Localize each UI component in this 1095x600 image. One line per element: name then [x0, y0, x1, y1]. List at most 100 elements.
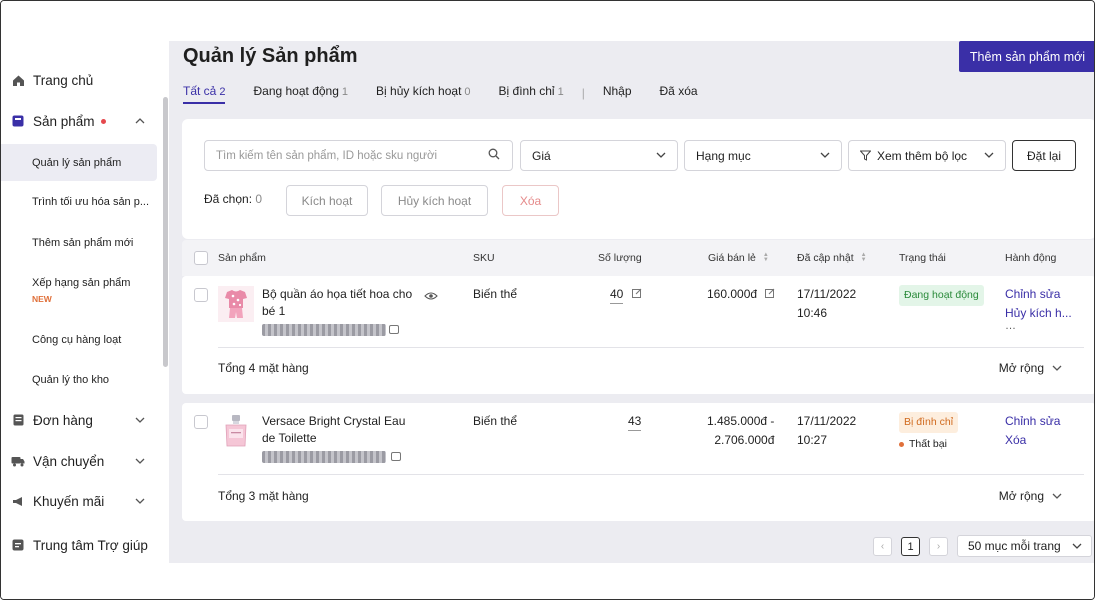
home-icon — [11, 73, 25, 87]
sku-value: Biến thể — [473, 414, 518, 428]
search-icon — [488, 148, 500, 163]
edit-link[interactable]: Chỉnh sửa — [1005, 413, 1060, 430]
bottom-blank-area — [1, 563, 1094, 599]
sidebar-item-promotions[interactable]: Khuyến mãi — [1, 492, 157, 510]
sidebar-scrollbar[interactable] — [163, 97, 168, 367]
sidebar-item-home[interactable]: Trang chủ — [1, 71, 157, 89]
sidebar-sub-inventory[interactable]: Quản lý tho kho — [1, 371, 157, 389]
activate-button[interactable]: Kích hoạt — [286, 185, 368, 216]
tab-divider: | — [581, 86, 585, 100]
sidebar-item-shipping[interactable]: Vận chuyển — [1, 452, 157, 470]
edit-icon[interactable] — [631, 286, 642, 303]
sidebar-item-label: Vận chuyển — [33, 453, 105, 469]
tab-count: 1 — [557, 86, 564, 98]
updated-time: 10:46 — [797, 306, 828, 320]
header-updated[interactable]: Đã cập nhật ▲ ▼ — [797, 252, 867, 264]
search-placeholder: Tìm kiếm tên sản phẩm, ID hoặc sku người — [216, 149, 438, 162]
per-page-value: 50 mục mỗi trang — [968, 539, 1061, 553]
help-icon — [11, 538, 25, 552]
updated-value: 17/11/2022 10:27 — [797, 413, 856, 449]
copy-icon[interactable] — [391, 452, 401, 461]
notification-dot — [100, 118, 106, 124]
selected-label: Đã chọn: — [204, 192, 253, 206]
next-page-button[interactable]: › — [929, 537, 948, 556]
sidebar-sub-bulk-tools[interactable]: Công cụ hàng loạt — [1, 331, 157, 349]
tab-label: Đang hoạt động — [253, 84, 339, 98]
tab-label: Nhập — [602, 84, 632, 98]
tab-suspended[interactable]: Bị đình chỉ 1 — [499, 84, 564, 102]
sidebar-sub-product-management[interactable]: Quản lý sản phẩm — [1, 144, 157, 181]
chevron-down-icon — [656, 150, 666, 161]
price-select[interactable]: Giá — [520, 140, 678, 171]
eye-icon[interactable] — [424, 288, 438, 306]
updated-time: 10:27 — [797, 433, 828, 447]
category-select[interactable]: Hạng mục — [684, 140, 842, 171]
reset-button[interactable]: Đặt lại — [1012, 140, 1076, 171]
delete-button[interactable]: Xóa — [502, 185, 559, 216]
sidebar-sub-label: Thêm sản phẩm mới — [32, 237, 134, 249]
row-divider — [218, 347, 1084, 348]
chevron-down-icon — [984, 150, 994, 161]
sku-value: Biến thể — [473, 287, 518, 301]
current-page[interactable]: 1 — [901, 537, 920, 556]
chevron-down-icon — [135, 456, 145, 467]
sort-icon: ▲ ▼ — [860, 252, 867, 263]
edit-icon[interactable] — [765, 286, 775, 303]
header-quantity: Số lượng — [598, 252, 642, 264]
chevron-down-icon — [1072, 541, 1082, 552]
tab-deleted[interactable]: Đã xóa — [660, 84, 698, 102]
sidebar-sub-product-ranking[interactable]: Xếp hạng sản phẩm — [1, 274, 157, 292]
sidebar-item-products[interactable]: Sản phẩm — [1, 112, 157, 130]
price-max: 2.706.000đ — [714, 433, 775, 447]
tab-label: Bị hủy kích hoạt — [376, 84, 462, 98]
sidebar-item-orders[interactable]: Đơn hàng — [1, 411, 157, 429]
header-status: Trạng thái — [899, 252, 946, 264]
tab-drafts[interactable]: Nhập — [603, 84, 632, 102]
price-select-value: Giá — [532, 148, 551, 163]
product-name[interactable]: Versace Bright Crystal Eau de Toilette — [262, 413, 422, 447]
sidebar-sub-product-optimizer[interactable]: Trình tối ưu hóa sản p... — [1, 193, 157, 211]
expand-button[interactable]: Mở rộng — [999, 361, 1062, 375]
row-checkbox[interactable] — [194, 415, 208, 429]
sidebar-sub-label: Quản lý sản phẩm — [32, 156, 122, 169]
header-price[interactable]: Giá bán lẻ ▲ ▼ — [708, 252, 769, 264]
search-input[interactable]: Tìm kiếm tên sản phẩm, ID hoặc sku người — [204, 140, 513, 171]
quantity-value[interactable]: 40 — [610, 286, 642, 304]
edit-link[interactable]: Chỉnh sửa — [1005, 286, 1072, 303]
quantity-number: 43 — [628, 414, 642, 431]
price-range: 1.485.000đ - 2.706.000đ — [707, 413, 774, 449]
per-page-select[interactable]: 50 mục mỗi trang — [957, 535, 1092, 557]
sub-status-text: Thất bại — [909, 438, 947, 450]
more-actions-icon[interactable]: … — [1005, 321, 1072, 332]
sidebar-sub-label: Xếp hạng sản phẩm — [32, 277, 131, 289]
sidebar-sub-add-product[interactable]: Thêm sản phẩm mới — [1, 234, 157, 252]
status-badge: Đang hoạt động — [899, 285, 984, 306]
chevron-down-icon — [1052, 363, 1062, 374]
tab-all[interactable]: Tất cả 2 — [183, 84, 226, 104]
selected-number: 0 — [255, 192, 263, 206]
price-min: 1.485.000đ - — [707, 414, 775, 428]
updated-date: 17/11/2022 — [797, 414, 857, 428]
status-tabs: Tất cả 2 Đang hoạt động 1 Bị hủy kích hoạt… — [183, 84, 726, 104]
copy-icon[interactable] — [389, 325, 399, 334]
tab-active[interactable]: Đang hoạt động 1 — [253, 84, 348, 102]
deactivate-button[interactable]: Hủy kích hoạt — [381, 185, 488, 216]
chevron-up-icon — [135, 116, 145, 127]
delete-link[interactable]: Xóa — [1005, 432, 1060, 449]
add-product-button[interactable]: Thêm sản phẩm mới — [959, 41, 1094, 72]
quantity-value[interactable]: 43 — [628, 413, 642, 431]
tab-deactivated[interactable]: Bị hủy kích hoạt 0 — [376, 84, 471, 102]
product-thumbnail — [218, 286, 254, 322]
page-title: Quản lý Sản phẩm — [183, 45, 358, 67]
tab-count: 1 — [341, 86, 349, 98]
more-filters-select[interactable]: Xem thêm bộ lọc — [848, 140, 1006, 171]
product-name[interactable]: Bộ quần áo họa tiết hoa cho bé 1 — [262, 286, 422, 320]
row-checkbox[interactable] — [194, 288, 208, 302]
prev-page-button[interactable]: ‹ — [873, 537, 892, 556]
select-all-checkbox[interactable] — [194, 251, 208, 265]
selected-count: Đã chọn: 0 — [204, 192, 262, 206]
price-value[interactable]: 160.000đ — [707, 286, 775, 303]
expand-button[interactable]: Mở rộng — [999, 489, 1062, 503]
sidebar-item-help-center[interactable]: Trung tâm Trợ giúp — [1, 536, 157, 554]
filter-icon — [860, 150, 871, 161]
